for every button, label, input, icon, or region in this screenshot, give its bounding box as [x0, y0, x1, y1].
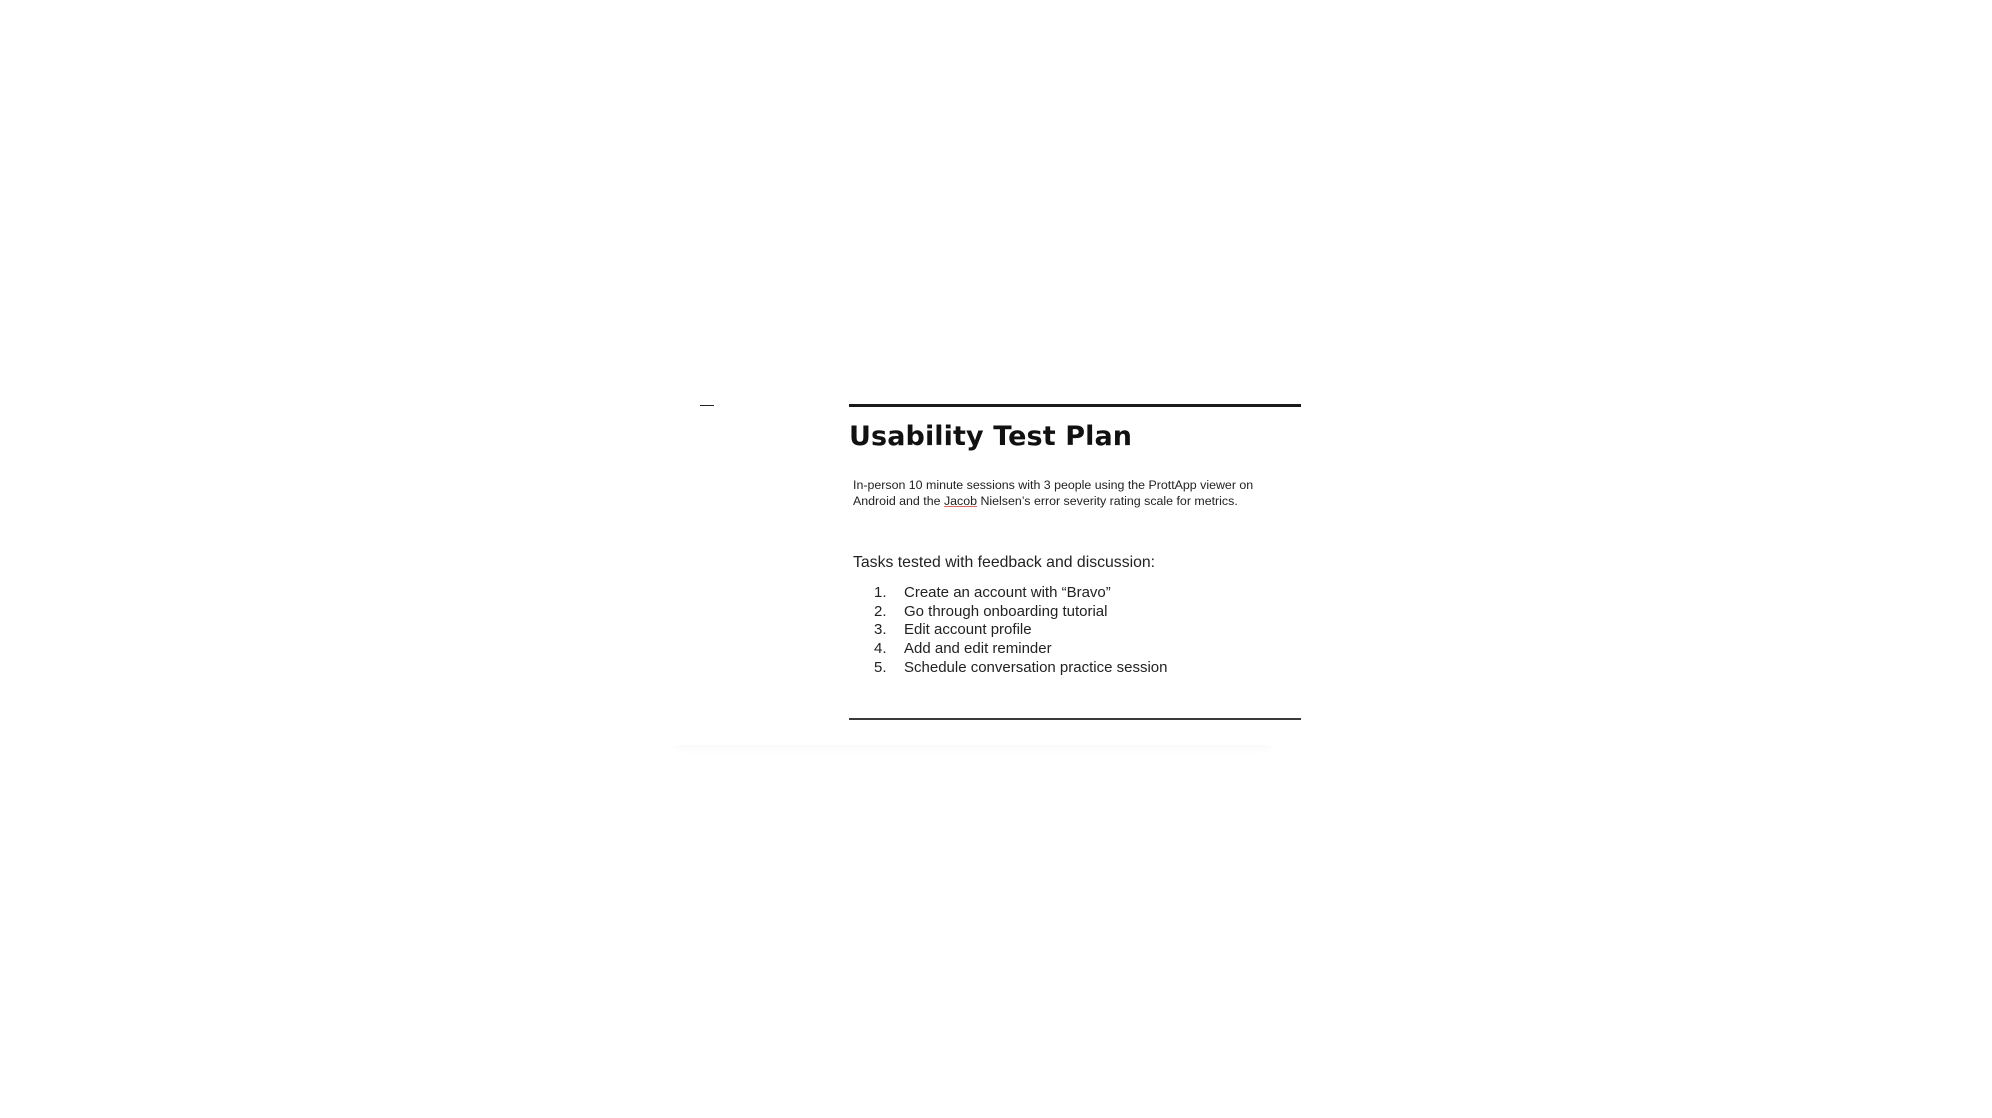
- intro-text-end: Nielsen’s error severity rating scale fo…: [977, 493, 1238, 508]
- list-item: 5. Schedule conversation practice session: [872, 659, 1167, 678]
- list-item-number: 2.: [874, 602, 887, 620]
- list-item-text: Schedule conversation practice session: [904, 658, 1168, 676]
- margin-dash: [700, 405, 714, 406]
- list-item: 1. Create an account with “Bravo”: [872, 584, 1167, 603]
- list-item: 3. Edit account profile: [872, 621, 1167, 640]
- intro-text-underlined: Jacob: [943, 493, 978, 508]
- list-item: 4. Add and edit reminder: [872, 640, 1167, 659]
- intro-paragraph: In-person 10 minute sessions with 3 peop…: [853, 478, 1293, 509]
- list-item-number: 3.: [874, 621, 887, 639]
- list-item-text: Create an account with “Bravo”: [904, 584, 1111, 601]
- page-title: Usability Test Plan: [849, 421, 1133, 452]
- top-rule: [849, 404, 1301, 407]
- task-list: 1. Create an account with “Bravo” 2. Go th…: [872, 584, 1167, 677]
- list-item-number: 4.: [874, 640, 887, 658]
- tasks-heading: Tasks tested with feedback and discussio…: [853, 554, 1156, 571]
- list-item: 2. Go through onboarding tutorial: [872, 603, 1167, 622]
- list-item-text: Add and edit reminder: [904, 640, 1052, 658]
- list-item-text: Go through onboarding tutorial: [904, 602, 1108, 620]
- list-item-number: 1.: [874, 584, 887, 601]
- list-item-number: 5.: [874, 658, 887, 676]
- bottom-rule: [849, 718, 1301, 720]
- list-item-text: Edit account profile: [904, 621, 1032, 639]
